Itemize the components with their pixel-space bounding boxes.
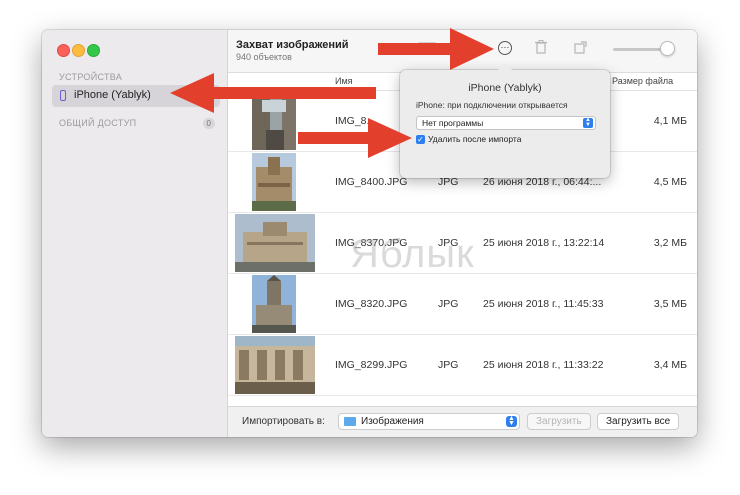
devices-section-header: УСТРОЙСТВА (59, 72, 123, 82)
import-destination-value: Изображения (361, 416, 424, 427)
photo-thumbnail (252, 275, 296, 333)
slider-knob[interactable] (660, 41, 675, 56)
popover-title: iPhone (Yablyk) (468, 82, 542, 94)
zoom-window-button[interactable] (87, 44, 100, 57)
file-name: IMG_8400.JPG (335, 176, 408, 188)
shared-count-badge: 0 (202, 118, 215, 129)
import-to-label: Импортировать в: (242, 416, 325, 427)
import-button[interactable]: Загрузить (527, 413, 591, 430)
file-size: 4,5 МБ (653, 176, 687, 188)
file-type: JPG (438, 359, 459, 371)
object-count: 940 объектов (236, 52, 292, 62)
chevron-updown-icon: ▲ ▼ (506, 415, 517, 427)
annotation-arrow-delete (298, 118, 412, 158)
table-row[interactable]: IMG_8320.JPG JPG 25 июня 2018 г., 11:45:… (228, 274, 697, 335)
iphone-icon (60, 90, 66, 101)
sidebar-item-label: iPhone (Yablyk) (74, 89, 151, 101)
shared-section-header: ОБЩИЙ ДОСТУП (59, 118, 137, 128)
close-window-button[interactable] (57, 44, 70, 57)
connect-app-select[interactable]: Нет программы ▲ ▼ (416, 116, 596, 130)
file-date: 25 июня 2018 г., 13:22:14 (483, 237, 605, 249)
delete-icon[interactable] (535, 40, 547, 58)
delete-after-import-checkbox[interactable]: ✓ (416, 135, 425, 144)
photo-thumbnail (235, 336, 315, 394)
chevron-updown-icon: ▲ ▼ (583, 117, 593, 128)
photo-thumbnail (235, 214, 315, 272)
file-size: 4,1 МБ (653, 115, 687, 127)
window-title: Захват изображений (236, 39, 349, 51)
rotate-icon[interactable] (574, 40, 588, 58)
import-bar: Импортировать в: Изображения ▲ ▼ Загрузит… (228, 406, 697, 437)
file-date: 25 июня 2018 г., 11:33:22 (483, 359, 604, 371)
photo-thumbnail (252, 153, 296, 211)
file-date: 25 июня 2018 г., 11:45:33 (483, 298, 604, 310)
import-destination-select[interactable]: Изображения ▲ ▼ (338, 413, 520, 430)
table-row[interactable]: IMG_8299.JPG JPG 25 июня 2018 г., 11:33:… (228, 335, 697, 396)
device-options-popover: iPhone (Yablyk) iPhone: при подключении … (400, 63, 610, 178)
file-name: IMG_8320.JPG (335, 298, 408, 310)
folder-icon (344, 417, 356, 426)
popover-caption: iPhone: при подключении открывается (416, 100, 568, 110)
minimize-window-button[interactable] (72, 44, 85, 57)
file-size: 3,5 МБ (653, 298, 687, 310)
connect-app-value: Нет программы (422, 118, 484, 128)
annotation-arrow-more (378, 28, 494, 70)
annotation-arrow-device (170, 73, 376, 113)
delete-after-import-label: Удалить после импорта (428, 134, 522, 144)
column-size[interactable]: Размер файла (612, 76, 673, 86)
file-type: JPG (438, 298, 459, 310)
more-options-icon[interactable]: ··· (498, 41, 512, 55)
file-size: 3,2 МБ (653, 237, 687, 249)
file-size: 3,4 МБ (653, 359, 687, 371)
import-all-button[interactable]: Загрузить все (597, 413, 680, 430)
watermark: Яблык (350, 232, 475, 276)
file-name: IMG_8299.JPG (335, 359, 408, 371)
